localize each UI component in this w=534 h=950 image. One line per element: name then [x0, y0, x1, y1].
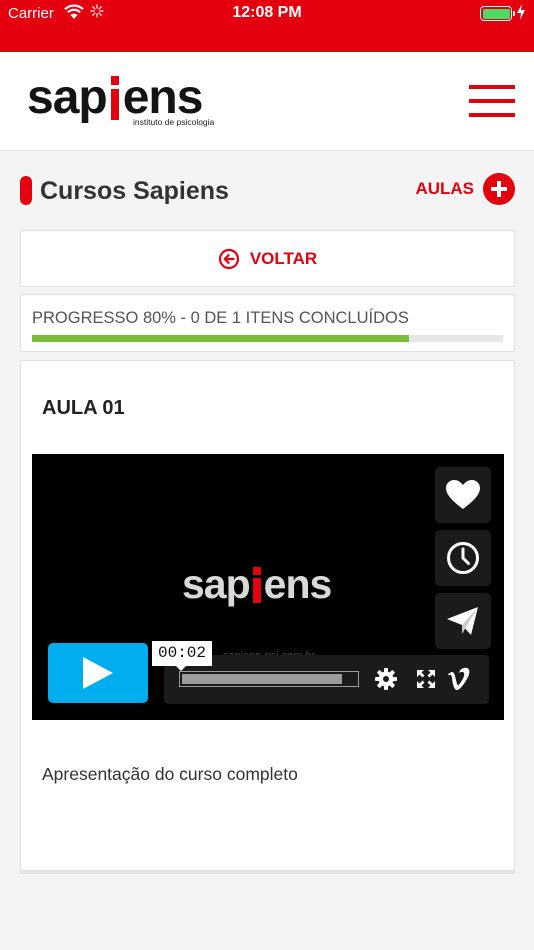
video-logo-red-i [252, 564, 262, 605]
battery-icon [480, 6, 515, 21]
like-button[interactable] [435, 467, 491, 523]
video-logo-end: ens [263, 561, 333, 607]
heart-icon [446, 480, 480, 509]
aulas-label: AULAS [415, 179, 474, 198]
status-bar: Carrier 12:08 PM [0, 0, 534, 52]
video-player[interactable]: sapens sapiens-psi.com.br [32, 454, 504, 720]
logo-text-end: ens [122, 71, 204, 124]
page-title: Cursos Sapiens [40, 177, 229, 205]
gear-icon[interactable] [374, 667, 398, 691]
progress-fill [32, 335, 409, 342]
logo-tagline: instituto de psicologia [133, 117, 215, 127]
back-button[interactable]: VOLTAR [20, 230, 515, 287]
charging-bolt-icon [517, 4, 525, 20]
sapiens-logo[interactable]: sap ens instituto de psicologia [27, 74, 217, 130]
status-time: 12:08 PM [232, 4, 302, 21]
progress-text: PROGRESSO 80% - 0 DE 1 ITENS CONCLUÍDOS [32, 309, 409, 327]
fullscreen-icon[interactable] [414, 667, 438, 691]
logo-text-start: sap [27, 71, 108, 124]
title-accent-bar [20, 176, 32, 205]
progress-card: PROGRESSO 80% - 0 DE 1 ITENS CONCLUÍDOS [20, 294, 515, 352]
progress-bar [32, 335, 503, 342]
video-logo-start: sap [182, 561, 251, 607]
clock-icon [447, 542, 479, 574]
watch-later-button[interactable] [435, 530, 491, 586]
aulas-button[interactable]: AULAS [415, 173, 515, 205]
battery-level [482, 8, 510, 19]
logo-red-i [109, 74, 121, 122]
back-label: VOLTAR [249, 248, 318, 268]
lesson-description: Apresentação do curso completo [42, 764, 298, 784]
video-logo: sap ens [182, 561, 333, 607]
seek-bar-played [182, 674, 343, 684]
send-icon [447, 607, 478, 635]
vimeo-icon[interactable] [447, 667, 471, 691]
lesson-title: AULA 01 [42, 397, 125, 419]
lesson-card: AULA 01 sapens sapiens-psi.com.br [20, 360, 515, 874]
hamburger-icon[interactable] [469, 85, 515, 117]
time-tooltip: 00:02 [152, 641, 212, 671]
app-header: sap ens instituto de psicologia [0, 52, 534, 151]
seek-bar[interactable] [179, 671, 359, 687]
video-controls-bar [164, 655, 489, 704]
arrow-left-circle-icon [218, 248, 239, 269]
plus-circle-icon [483, 173, 515, 205]
share-button[interactable] [435, 593, 491, 649]
page-title-row: Cursos Sapiens AULAS [20, 170, 515, 210]
play-icon [83, 657, 113, 689]
play-button[interactable] [48, 643, 148, 703]
